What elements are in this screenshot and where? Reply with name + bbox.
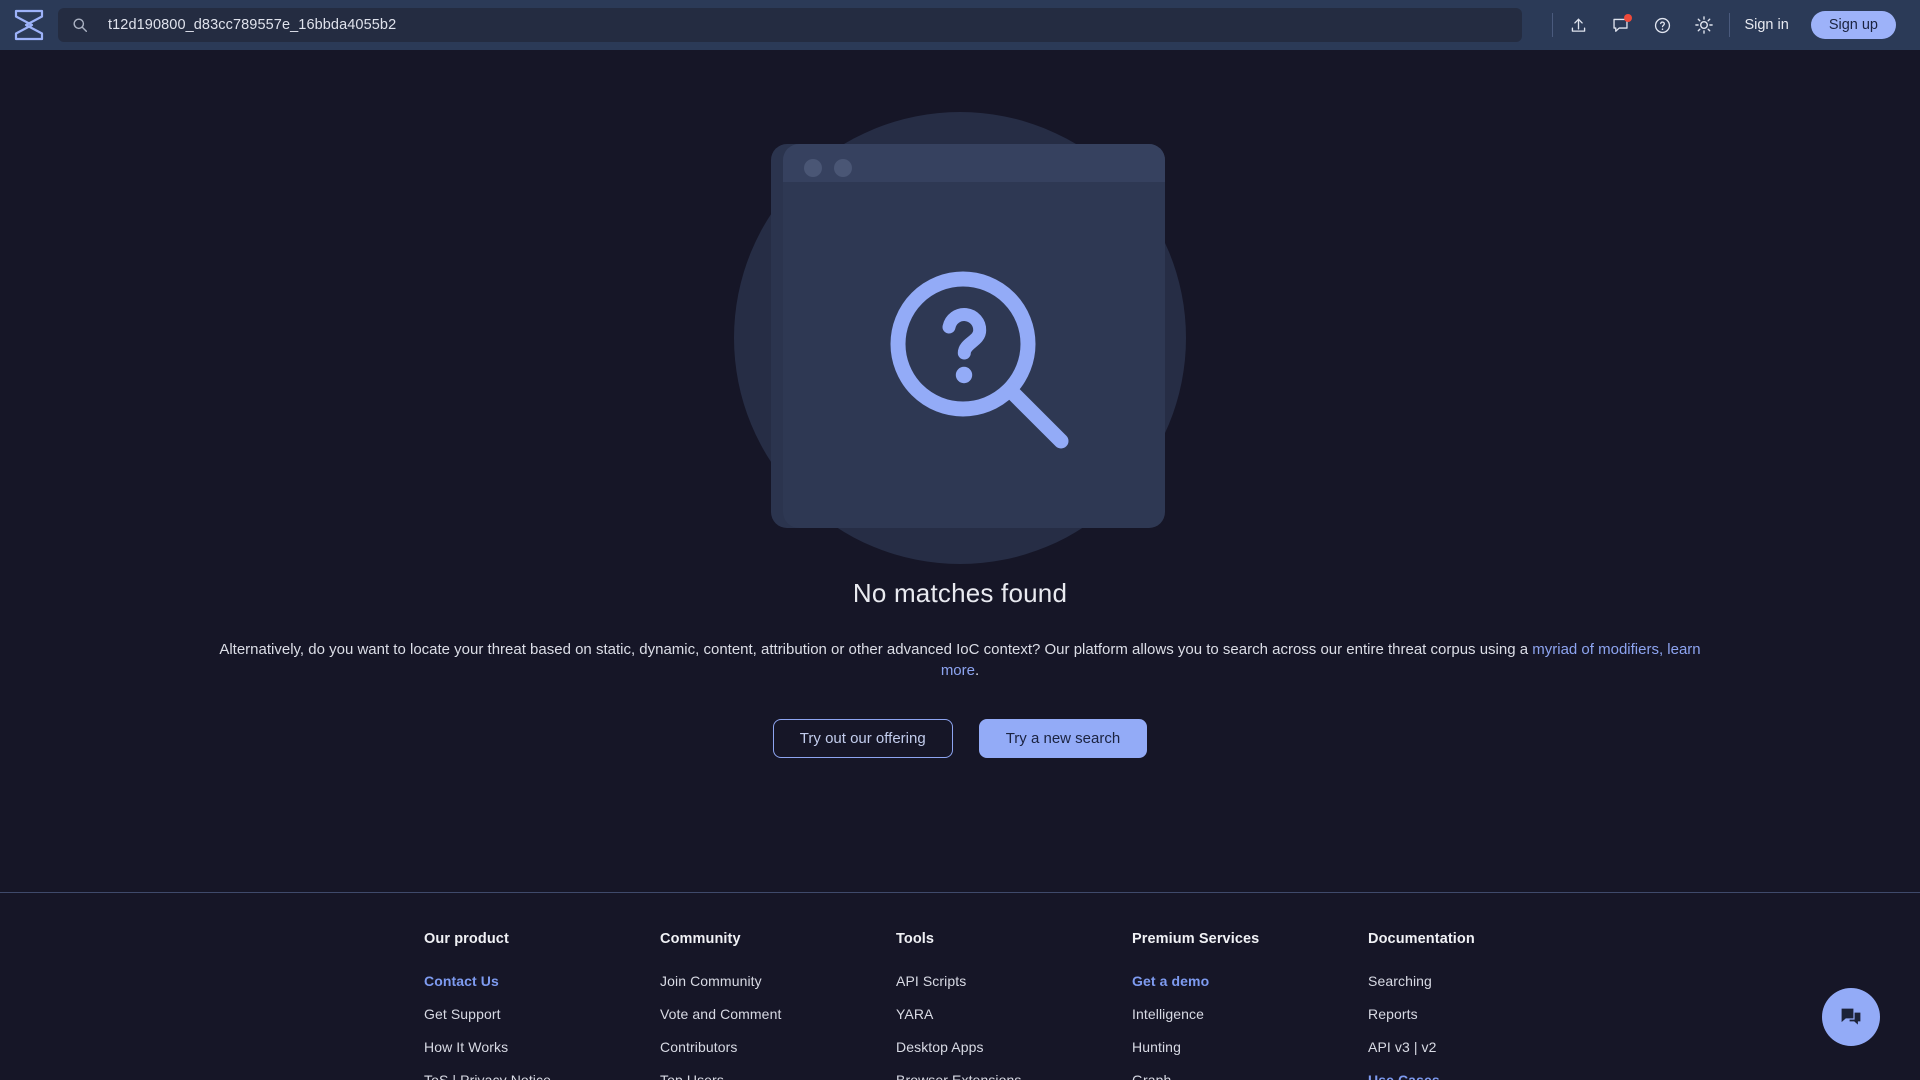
footer-link[interactable]: Intelligence — [1132, 1006, 1368, 1022]
header-divider-left — [1552, 13, 1554, 37]
page-title: No matches found — [852, 578, 1068, 608]
footer-link[interactable]: Contributors — [660, 1039, 896, 1055]
footer-column: Premium Services Get a demo Intelligence Hu… — [1132, 931, 1368, 1080]
chat-bubble-icon[interactable] — [1822, 988, 1880, 1046]
footer-column-title: Tools — [896, 931, 935, 947]
site-footer: Our product Contact Us Get Support How It W… — [0, 892, 1920, 1080]
footer-column-title: Community — [660, 931, 741, 947]
footer-column-title: Premium Services — [1132, 931, 1260, 947]
footer-link[interactable]: Desktop Apps — [896, 1039, 1132, 1055]
alternative-search-hint: Alternatively, do you want to locate you… — [210, 639, 1710, 681]
footer-link[interactable]: Top Users — [660, 1072, 896, 1080]
footer-link[interactable]: Browser Extensions — [896, 1072, 1132, 1080]
footer-column: Documentation Searching Reports API v3 | v2… — [1368, 931, 1475, 1080]
footer-link[interactable]: Join Community — [660, 973, 896, 989]
footer-link[interactable]: Contact Us — [424, 973, 660, 989]
notification-badge — [1624, 14, 1633, 22]
sign-up-button[interactable]: Sign up — [1810, 11, 1896, 39]
footer-column: Our product Contact Us Get Support How It W… — [424, 931, 660, 1080]
auth-group: Sign in Sign up — [1744, 11, 1896, 39]
top-header: Sign in Sign up — [0, 0, 1920, 50]
footer-link[interactable]: API Scripts — [896, 973, 1132, 989]
footer-column-title: Documentation — [1368, 931, 1475, 947]
search-bar[interactable] — [58, 8, 1523, 42]
main-content: No matches found Alternatively, do you w… — [0, 50, 1920, 892]
footer-link[interactable]: YARA — [896, 1006, 1132, 1022]
footer-link[interactable]: Get Support — [424, 1006, 660, 1022]
hint-text-after: . — [975, 662, 980, 679]
try-new-search-button[interactable]: Try a new search — [978, 719, 1148, 758]
footer-link[interactable]: Reports — [1368, 1006, 1475, 1022]
search-input[interactable] — [108, 17, 1509, 33]
footer-link[interactable]: How It Works — [424, 1039, 660, 1055]
header-icon-group — [1567, 14, 1715, 36]
footer-link[interactable]: Get a demo — [1132, 973, 1368, 989]
footer-link[interactable]: Hunting — [1132, 1039, 1368, 1055]
cta-button-row: Try out our offering Try a new search — [772, 719, 1148, 758]
footer-link[interactable]: Vote and Comment — [660, 1006, 896, 1022]
try-our-offering-button[interactable]: Try out our offering — [772, 719, 953, 758]
header-divider-right — [1729, 13, 1731, 37]
help-icon[interactable] — [1651, 14, 1673, 36]
footer-column: Community Join Community Vote and Comment C… — [660, 931, 896, 1080]
search-icon — [72, 17, 88, 33]
footer-link[interactable]: API v3 | v2 — [1368, 1039, 1475, 1055]
feedback-icon[interactable] — [1609, 14, 1633, 36]
hint-text-before: Alternatively, do you want to locate you… — [219, 641, 1533, 658]
footer-link[interactable]: Searching — [1368, 973, 1475, 989]
footer-link[interactable]: ToS | Privacy Notice — [424, 1072, 660, 1080]
footer-link[interactable]: Graph — [1132, 1072, 1368, 1080]
sigma-logo[interactable] — [8, 4, 50, 46]
footer-column: Tools API Scripts YARA Desktop Apps Browser … — [896, 931, 1132, 1080]
sign-in-link[interactable]: Sign in — [1744, 17, 1788, 33]
footer-columns: Our product Contact Us Get Support How It W… — [0, 893, 1920, 1080]
theme-icon[interactable] — [1693, 14, 1715, 36]
no-results-magnifier-illustration — [730, 108, 1190, 568]
footer-link[interactable]: Use Cases — [1368, 1072, 1475, 1080]
upload-icon[interactable] — [1567, 14, 1589, 36]
footer-column-title: Our product — [424, 931, 509, 947]
